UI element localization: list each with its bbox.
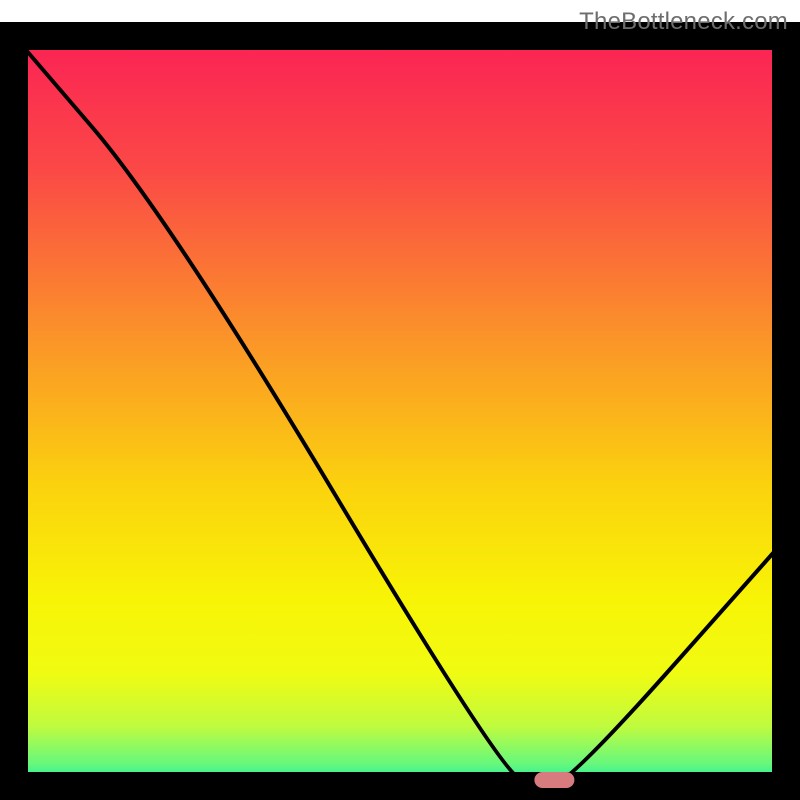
bottleneck-chart [0, 0, 800, 800]
optimal-marker [534, 772, 574, 788]
gradient-background [14, 36, 786, 786]
watermark-text: TheBottleneck.com [579, 8, 788, 36]
chart-container: TheBottleneck.com [0, 0, 800, 800]
